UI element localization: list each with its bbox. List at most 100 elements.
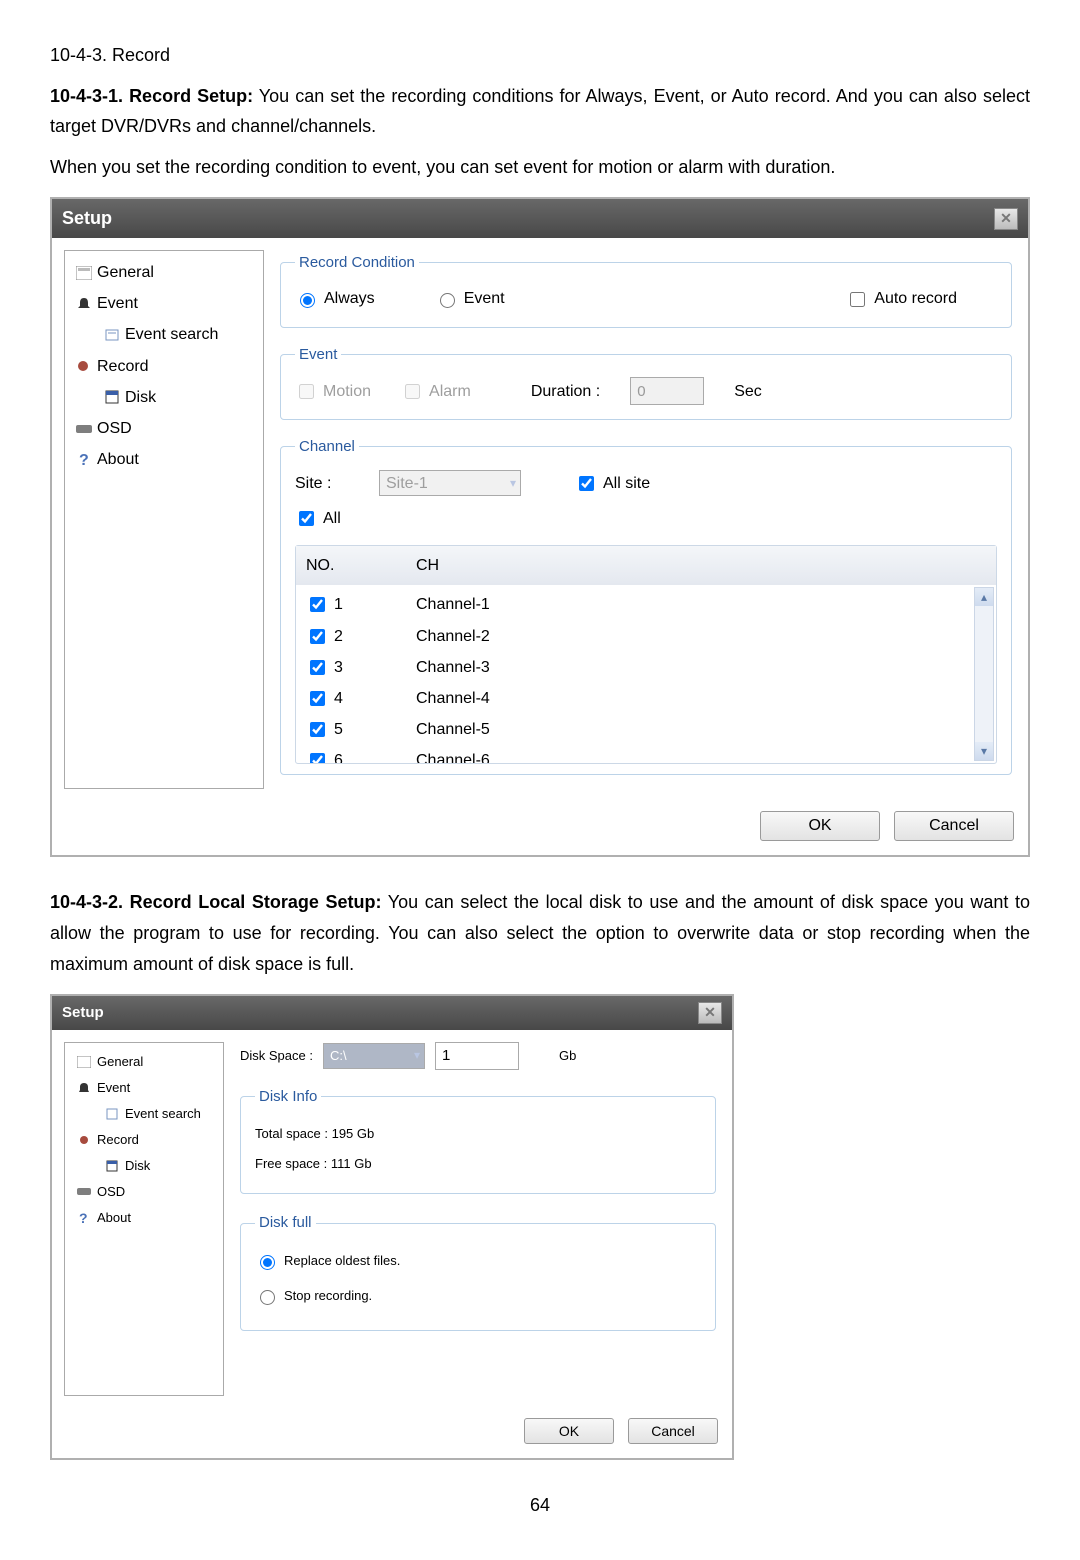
tree-osd[interactable]: OSD <box>69 413 259 444</box>
chevron-down-icon: ▾ <box>510 473 516 493</box>
check-all-channels[interactable]: All <box>295 505 341 532</box>
opt-label: Always <box>324 285 375 312</box>
table-row[interactable]: 3Channel-3 <box>296 652 996 683</box>
row-no: 4 <box>334 685 343 712</box>
section-heading: 10-4-3. Record <box>50 40 1030 71</box>
duration-label: Duration : <box>531 378 600 405</box>
col-no-header[interactable]: NO. <box>306 552 416 579</box>
record-condition-group: Record Condition Always Event Auto recor… <box>280 250 1012 328</box>
scroll-down-icon[interactable]: ▾ <box>975 742 993 760</box>
question-icon: ? <box>75 1210 93 1226</box>
tree-general[interactable]: General <box>69 257 259 288</box>
legend: Channel <box>295 434 359 460</box>
scrollbar[interactable]: ▴ ▾ <box>974 587 994 761</box>
scroll-up-icon[interactable]: ▴ <box>975 588 993 606</box>
site-select: Site-1 ▾ <box>379 470 521 496</box>
table-row[interactable]: 4Channel-4 <box>296 683 996 714</box>
tree-label: About <box>97 1207 131 1229</box>
tree-label: OSD <box>97 415 132 442</box>
legend: Record Condition <box>295 250 419 276</box>
table-row[interactable]: 2Channel-2 <box>296 621 996 652</box>
check-all-site[interactable]: All site <box>575 470 650 497</box>
titlebar: Setup ✕ <box>52 199 1028 238</box>
tree-disk[interactable]: Disk <box>69 1153 219 1179</box>
record-icon <box>75 1132 93 1148</box>
tree-record[interactable]: Record <box>69 1127 219 1153</box>
cancel-button[interactable]: Cancel <box>628 1418 718 1444</box>
tree-osd[interactable]: OSD <box>69 1179 219 1205</box>
ok-button[interactable]: OK <box>524 1418 614 1444</box>
row-checkbox[interactable] <box>310 753 325 763</box>
question-icon: ? <box>75 452 93 468</box>
tree-event[interactable]: Event <box>69 288 259 319</box>
check-motion: Motion <box>295 378 371 405</box>
row-checkbox[interactable] <box>310 691 325 706</box>
paragraph-2: When you set the recording condition to … <box>50 152 1030 183</box>
radio-replace-oldest[interactable]: Replace oldest files. <box>255 1250 400 1272</box>
drive-value: C:\ <box>330 1045 347 1067</box>
site-label: Site : <box>295 470 365 497</box>
tree-about[interactable]: ? About <box>69 1205 219 1231</box>
tree-record[interactable]: Record <box>69 351 259 382</box>
radio-stop-recording[interactable]: Stop recording. <box>255 1285 372 1307</box>
cancel-button[interactable]: Cancel <box>894 811 1014 841</box>
table-row[interactable]: 1 Channel-1 <box>296 589 996 620</box>
disk-space-row: Disk Space : C:\▾ Gb <box>240 1042 716 1070</box>
disk-size-field[interactable] <box>435 1042 519 1070</box>
total-space: Total space : 195 Gb <box>255 1119 701 1149</box>
free-space: Free space : 111 Gb <box>255 1149 701 1179</box>
tree-disk[interactable]: Disk <box>69 382 259 413</box>
site-value: Site-1 <box>386 470 428 497</box>
setup-dialog-disk: Setup ✕ General Event Event search Recor… <box>50 994 734 1460</box>
channel-group: Channel Site : Site-1 ▾ All site All NO. … <box>280 434 1012 775</box>
drive-select[interactable]: C:\ ▾ <box>323 1043 425 1069</box>
nav-tree: General Event Event search Record Disk O… <box>64 250 264 789</box>
tree-about[interactable]: ?About <box>69 444 259 475</box>
dialog-title: Setup <box>62 1000 104 1026</box>
dialog-title: Setup <box>62 203 112 234</box>
dialog-footer: OK Cancel <box>52 801 1028 855</box>
row-no: 2 <box>334 623 343 650</box>
opt-label: Event <box>464 285 505 312</box>
osd-icon <box>75 421 93 437</box>
table-row[interactable]: 6Channel-6 <box>296 745 996 763</box>
tree-event-search[interactable]: Event search <box>69 319 259 350</box>
check-autorecord[interactable]: Auto record <box>846 285 957 312</box>
tree-label: Disk <box>125 1155 150 1177</box>
radio-event[interactable]: Event <box>435 285 505 312</box>
duration-field <box>630 377 704 405</box>
row-no: 1 <box>334 591 343 618</box>
sec-label: Sec <box>734 378 762 405</box>
row-checkbox[interactable] <box>310 629 325 644</box>
opt-label: All site <box>603 470 650 497</box>
radio-always[interactable]: Always <box>295 285 375 312</box>
legend: Disk full <box>255 1210 316 1236</box>
opt-label: All <box>323 505 341 532</box>
dialog-footer: OK Cancel <box>52 1408 732 1458</box>
tree-label: General <box>97 1051 143 1073</box>
titlebar: Setup ✕ <box>52 996 732 1030</box>
table-header: NO. CH <box>296 546 996 585</box>
row-checkbox[interactable] <box>310 597 325 612</box>
disk-icon <box>103 1158 121 1174</box>
tree-event-search[interactable]: Event search <box>69 1101 219 1127</box>
disk-info-group: Disk Info Total space : 195 Gb Free spac… <box>240 1084 716 1195</box>
svg-text:?: ? <box>79 1211 88 1225</box>
paragraph-3: 10-4-3-2. Record Local Storage Setup: Yo… <box>50 887 1030 979</box>
chevron-down-icon: ▾ <box>414 1045 420 1065</box>
close-icon[interactable]: ✕ <box>994 208 1018 230</box>
table-row[interactable]: 5Channel-5 <box>296 714 996 745</box>
row-checkbox[interactable] <box>310 722 325 737</box>
tree-event[interactable]: Event <box>69 1075 219 1101</box>
search-icon <box>103 1106 121 1122</box>
row-ch: Channel-6 <box>416 747 490 763</box>
row-checkbox[interactable] <box>310 660 325 675</box>
col-ch-header[interactable]: CH <box>416 552 439 579</box>
page-number: 64 <box>50 1490 1030 1521</box>
ok-button[interactable]: OK <box>760 811 880 841</box>
tree-label: Record <box>97 353 149 380</box>
tree-general[interactable]: General <box>69 1049 219 1075</box>
p3-bold: 10-4-3-2. Record Local Storage Setup: <box>50 892 381 912</box>
close-icon[interactable]: ✕ <box>698 1002 722 1024</box>
row-ch: Channel-1 <box>416 591 490 618</box>
